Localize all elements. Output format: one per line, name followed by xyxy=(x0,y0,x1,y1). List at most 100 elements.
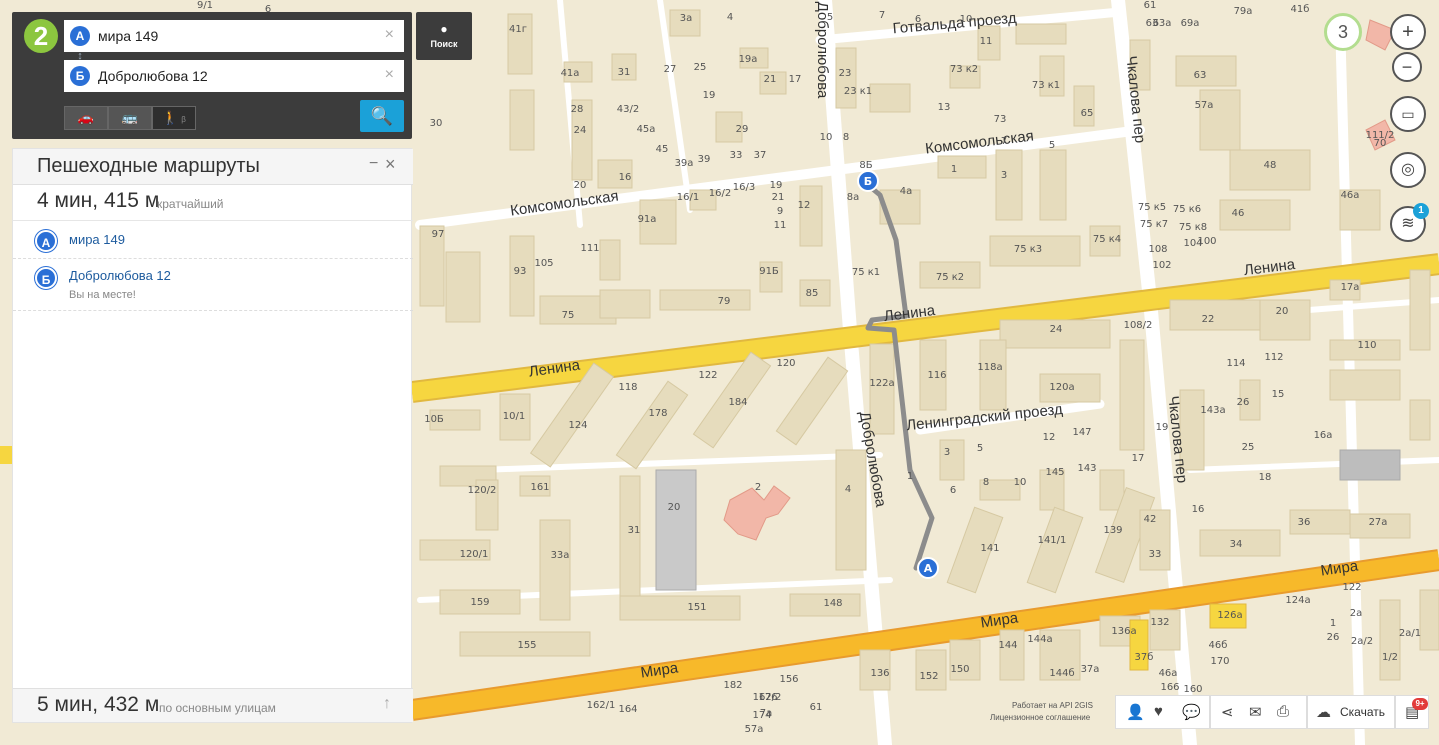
house-number-label: 7 xyxy=(879,10,885,21)
house-number-label: 111 xyxy=(580,243,599,254)
download-button[interactable]: ☁ Скачать xyxy=(1307,695,1395,729)
house-number-label: 120 xyxy=(776,358,795,369)
close-icon[interactable]: × xyxy=(385,154,396,175)
house-number-label: 75 к3 xyxy=(1014,244,1042,255)
license-link[interactable]: Лицензионное соглашение xyxy=(990,713,1090,722)
share-icon[interactable]: ⋖ xyxy=(1221,703,1234,721)
locate-button[interactable]: ◎ xyxy=(1390,152,1426,188)
ruler-button[interactable]: ▭ xyxy=(1390,96,1426,132)
house-number-label: 144а xyxy=(1027,634,1052,645)
house-number-label: 25 xyxy=(1242,442,1255,453)
stop-a-name[interactable]: мира 149 xyxy=(69,232,125,247)
house-number-label: 10Б xyxy=(424,414,444,425)
house-number-label: 15 xyxy=(1272,389,1285,400)
house-number-label: 16а xyxy=(1314,430,1333,441)
route-time-distance: 4 мин, 415 м xyxy=(37,189,160,212)
ruler-icon: ▭ xyxy=(1401,106,1415,122)
house-number-label: 8 xyxy=(983,477,989,488)
house-number-label: 37а xyxy=(1081,664,1100,675)
car-mode-button[interactable]: 🚗 xyxy=(64,106,108,130)
route-stop-b[interactable]: Б Добролюбова 12 Вы на месте! xyxy=(13,259,413,311)
house-number-label: 178 xyxy=(648,408,667,419)
house-number-label: 30 xyxy=(430,118,443,129)
house-number-label: 143а xyxy=(1200,405,1225,416)
route-start-marker[interactable]: A xyxy=(917,557,939,579)
house-number-label: 39 xyxy=(698,154,711,165)
house-number-label: 17а xyxy=(1341,282,1360,293)
bus-mode-button[interactable]: 🚌 xyxy=(108,106,152,130)
house-number-label: 26 xyxy=(1237,397,1250,408)
house-number-label: 24 xyxy=(1050,324,1063,335)
alternative-route[interactable]: 5 мин, 432 м по основным улицам ↑ xyxy=(13,688,413,722)
house-number-label: 18 xyxy=(1259,472,1272,483)
heart-icon[interactable]: ♥ xyxy=(1154,703,1163,720)
house-number-label: 114 xyxy=(1226,358,1245,369)
route-start-letter: A xyxy=(924,562,933,575)
house-number-label: 25 xyxy=(694,62,707,73)
house-number-label: 122а xyxy=(869,378,894,389)
house-number-label: 112 xyxy=(1264,352,1283,363)
house-number-label: 16 xyxy=(1192,504,1205,515)
house-number-label: 73 к2 xyxy=(950,64,978,75)
house-number-label: 139 xyxy=(1103,525,1122,536)
house-number-label: 9/1 xyxy=(197,0,213,11)
download-icon: ☁ xyxy=(1316,704,1331,721)
api-attribution[interactable]: Работает на API 2GIS xyxy=(1012,701,1093,710)
house-number-label: 41г xyxy=(509,24,527,35)
route-summary[interactable]: 4 мин, 415 м кратчайший xyxy=(13,185,413,221)
minimize-icon[interactable]: − xyxy=(369,155,378,173)
from-field-value[interactable]: мира 149 xyxy=(98,28,158,44)
house-number-label: 1 xyxy=(1330,618,1336,629)
to-field-value[interactable]: Добролюбова 12 xyxy=(98,68,208,84)
house-number-label: 69а xyxy=(1181,18,1200,29)
house-number-label: 124 xyxy=(568,420,587,431)
house-number-label: 3 xyxy=(1001,170,1007,181)
house-number-label: 75 к6 xyxy=(1173,204,1201,215)
house-number-label: 16/3 xyxy=(733,182,755,193)
search-button[interactable]: ● Поиск xyxy=(416,12,472,60)
house-number-label: 43/2 xyxy=(617,104,639,115)
house-number-label: 148 xyxy=(823,598,842,609)
zoom-out-button[interactable]: − xyxy=(1392,52,1422,82)
house-number-label: 124а xyxy=(1285,595,1310,606)
zoom-in-button[interactable]: + xyxy=(1390,14,1426,50)
house-number-label: 1 xyxy=(951,164,957,175)
stop-b-name[interactable]: Добролюбова 12 xyxy=(69,268,171,283)
locate-icon: ◎ xyxy=(1401,161,1415,178)
house-number-label: 161 xyxy=(530,482,549,493)
to-field[interactable]: Б Добролюбова 12 × xyxy=(64,60,404,92)
from-field[interactable]: A мира 149 × xyxy=(64,20,404,52)
house-number-label: 118а xyxy=(977,362,1002,373)
download-label: Скачать xyxy=(1340,705,1385,719)
clear-to-icon[interactable]: × xyxy=(385,66,394,84)
house-number-label: 12 xyxy=(798,200,811,211)
house-number-label: 136а xyxy=(1111,626,1136,637)
person-icon[interactable]: 👤 xyxy=(1126,703,1145,721)
house-number-label: 162/2 xyxy=(753,692,782,703)
mail-icon[interactable]: ✉ xyxy=(1249,703,1262,721)
house-number-label: 63а xyxy=(1153,18,1172,29)
house-number-label: 156 xyxy=(779,674,798,685)
house-number-label: 7а xyxy=(760,708,773,719)
route-end-marker[interactable]: Б xyxy=(857,170,879,192)
walk-mode-button[interactable]: 🚶 β xyxy=(152,106,196,130)
house-number-label: 75 к4 xyxy=(1093,234,1121,245)
bus-icon: 🚌 xyxy=(121,110,139,125)
house-number-label: 105 xyxy=(534,258,553,269)
house-number-label: 3а xyxy=(680,13,693,24)
house-number-label: 164 xyxy=(618,704,637,715)
print-icon[interactable]: ⎙ xyxy=(1277,703,1289,720)
house-number-label: 118 xyxy=(618,382,637,393)
clear-from-icon[interactable]: × xyxy=(385,26,394,44)
house-number-label: 75 к8 xyxy=(1179,222,1207,233)
search-route-button[interactable]: 🔍 xyxy=(360,100,404,132)
house-number-label: 73 к1 xyxy=(1032,80,1060,91)
chat-icon[interactable]: 💬 xyxy=(1182,703,1201,721)
2gis-logo[interactable]: 2 xyxy=(24,19,58,53)
house-number-label: 9 xyxy=(777,206,783,217)
house-number-label: 11 xyxy=(774,220,787,231)
route-stop-a[interactable]: A мира 149 xyxy=(13,221,413,259)
expand-up-icon[interactable]: ↑ xyxy=(383,695,391,713)
house-number-label: 162/1 xyxy=(587,700,616,711)
house-number-label: 23 к1 xyxy=(844,86,872,97)
